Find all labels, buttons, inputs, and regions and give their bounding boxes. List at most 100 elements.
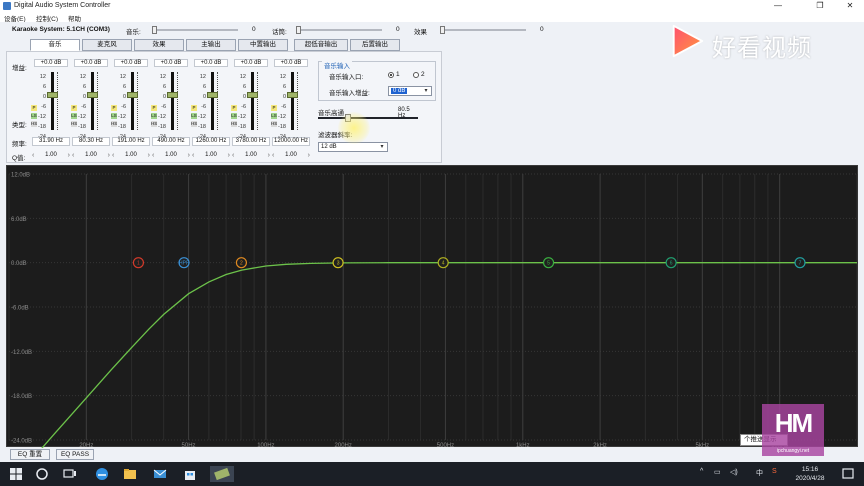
filter-type-option[interactable]: HS bbox=[231, 121, 237, 127]
windows-start-icon[interactable] bbox=[8, 466, 24, 482]
ime-indicator[interactable]: 中 bbox=[756, 468, 763, 478]
q-increase-icon[interactable]: › bbox=[68, 151, 70, 160]
band-gain-slider-track[interactable] bbox=[51, 72, 54, 130]
filter-type-option[interactable]: LS bbox=[191, 113, 197, 119]
maximize-button[interactable]: ❐ bbox=[808, 1, 832, 11]
band-gain-slider-thumb[interactable] bbox=[47, 92, 58, 98]
filter-type-option[interactable]: HS bbox=[71, 121, 77, 127]
band-q-stepper[interactable]: ‹ 1.00 › bbox=[152, 151, 190, 160]
tab-rear-output[interactable]: 后置输出 bbox=[350, 39, 400, 51]
band-q-stepper[interactable]: ‹ 1.00 › bbox=[32, 151, 70, 160]
close-button[interactable]: ✕ bbox=[838, 1, 862, 11]
band-gain-field[interactable]: +0.0 dB bbox=[234, 59, 268, 67]
filter-type-option[interactable]: LS bbox=[31, 113, 37, 119]
music-volume-thumb[interactable] bbox=[152, 26, 157, 34]
band-gain-field[interactable]: +0.0 dB bbox=[74, 59, 108, 67]
eq-response-graph[interactable]: 12.0dB 6.0dB 0.0dB -6.0dB -12.0dB -18.0dB -24.… bbox=[6, 165, 858, 448]
filter-type-option[interactable]: HS bbox=[151, 121, 157, 127]
q-decrease-icon[interactable]: ‹ bbox=[72, 151, 74, 160]
tab-center-output[interactable]: 中置输出 bbox=[238, 39, 288, 51]
band-gain-slider-track[interactable] bbox=[91, 72, 94, 130]
band-gain-field[interactable]: +0.0 dB bbox=[114, 59, 148, 67]
band-gain-slider-thumb[interactable] bbox=[127, 92, 138, 98]
filter-type-option[interactable]: P bbox=[271, 105, 277, 111]
band-q-stepper[interactable]: ‹ 1.00 › bbox=[112, 151, 150, 160]
file-explorer-icon[interactable] bbox=[122, 466, 138, 482]
band-gain-slider-track[interactable] bbox=[251, 72, 254, 130]
taskbar-clock[interactable]: 15:16 2020/4/28 bbox=[790, 465, 830, 483]
band-q-stepper[interactable]: ‹ 1.00 › bbox=[272, 151, 310, 160]
tab-effect[interactable]: 效果 bbox=[134, 39, 184, 51]
input-gain-dropdown[interactable]: 0 dB ▾ bbox=[388, 86, 432, 96]
filter-type-option[interactable]: LS bbox=[271, 113, 277, 119]
q-increase-icon[interactable]: › bbox=[188, 151, 190, 160]
eq-pass-button[interactable]: EQ PASS bbox=[56, 449, 94, 460]
filter-type-option[interactable]: HS bbox=[31, 121, 37, 127]
filter-type-option[interactable]: HS bbox=[271, 121, 277, 127]
band-frequency-field[interactable]: 80.30 Hz bbox=[72, 137, 110, 146]
effect-volume-slider[interactable] bbox=[440, 26, 526, 34]
band-frequency-field[interactable]: 191.00 Hz bbox=[112, 137, 150, 146]
band-frequency-field[interactable]: 3780.00 Hz bbox=[232, 137, 270, 146]
filter-type-option[interactable]: LS bbox=[111, 113, 117, 119]
band-frequency-field[interactable]: 490.00 Hz bbox=[152, 137, 190, 146]
port-1-radio[interactable] bbox=[388, 72, 394, 78]
band-gain-slider-track[interactable] bbox=[291, 72, 294, 130]
q-decrease-icon[interactable]: ‹ bbox=[152, 151, 154, 160]
band-frequency-field[interactable]: 1260.00 Hz bbox=[192, 137, 230, 146]
band-gain-field[interactable]: +0.0 dB bbox=[274, 59, 308, 67]
band-gain-field[interactable]: +0.0 dB bbox=[34, 59, 68, 67]
filter-type-option[interactable]: P bbox=[111, 105, 117, 111]
search-icon[interactable] bbox=[34, 466, 50, 482]
q-increase-icon[interactable]: › bbox=[148, 151, 150, 160]
mail-icon[interactable] bbox=[152, 466, 168, 482]
task-view-icon[interactable] bbox=[62, 466, 78, 482]
tab-subwoofer-output[interactable]: 超低音输出 bbox=[294, 39, 348, 51]
q-decrease-icon[interactable]: ‹ bbox=[232, 151, 234, 160]
filter-type-option[interactable]: LS bbox=[151, 113, 157, 119]
highpass-slider-track[interactable] bbox=[318, 117, 418, 119]
band-gain-slider-thumb[interactable] bbox=[87, 92, 98, 98]
audio-controller-app-icon[interactable] bbox=[210, 466, 234, 482]
q-decrease-icon[interactable]: ‹ bbox=[112, 151, 114, 160]
band-gain-slider-thumb[interactable] bbox=[247, 92, 258, 98]
volume-icon[interactable]: ◁) bbox=[730, 468, 738, 476]
eq-reset-button[interactable]: EQ 重置 bbox=[10, 449, 50, 460]
q-decrease-icon[interactable]: ‹ bbox=[192, 151, 194, 160]
tab-mic[interactable]: 麦克风 bbox=[82, 39, 132, 51]
band-gain-slider-thumb[interactable] bbox=[167, 92, 178, 98]
music-volume-slider[interactable] bbox=[152, 26, 238, 34]
filter-type-option[interactable]: P bbox=[71, 105, 77, 111]
band-gain-slider-track[interactable] bbox=[171, 72, 174, 130]
filter-type-option[interactable]: P bbox=[31, 105, 37, 111]
filter-type-option[interactable]: P bbox=[231, 105, 237, 111]
q-decrease-icon[interactable]: ‹ bbox=[32, 151, 34, 160]
store-icon[interactable] bbox=[182, 466, 198, 482]
q-increase-icon[interactable]: › bbox=[268, 151, 270, 160]
tray-chevron-icon[interactable]: ^ bbox=[700, 468, 703, 475]
tab-main-output[interactable]: 主输出 bbox=[186, 39, 236, 51]
filter-type-option[interactable]: P bbox=[151, 105, 157, 111]
band-gain-slider-thumb[interactable] bbox=[287, 92, 298, 98]
band-q-stepper[interactable]: ‹ 1.00 › bbox=[72, 151, 110, 160]
band-gain-slider-track[interactable] bbox=[211, 72, 214, 130]
input-method-icon[interactable]: S bbox=[772, 468, 777, 475]
filter-type-option[interactable]: HS bbox=[191, 121, 197, 127]
filter-type-option[interactable]: HS bbox=[111, 121, 117, 127]
network-icon[interactable]: ▭ bbox=[714, 468, 721, 476]
notification-icon[interactable] bbox=[840, 466, 856, 482]
band-q-stepper[interactable]: ‹ 1.00 › bbox=[192, 151, 230, 160]
mic-volume-thumb[interactable] bbox=[296, 26, 301, 34]
q-increase-icon[interactable]: › bbox=[108, 151, 110, 160]
effect-volume-thumb[interactable] bbox=[440, 26, 445, 34]
band-frequency-field[interactable]: 31.90 Hz bbox=[32, 137, 70, 146]
mic-volume-slider[interactable] bbox=[296, 26, 382, 34]
band-gain-slider-track[interactable] bbox=[131, 72, 134, 130]
filter-type-option[interactable]: P bbox=[191, 105, 197, 111]
band-gain-slider-thumb[interactable] bbox=[207, 92, 218, 98]
band-gain-field[interactable]: +0.0 dB bbox=[194, 59, 228, 67]
port-2-radio[interactable] bbox=[413, 72, 419, 78]
band-gain-field[interactable]: +0.0 dB bbox=[154, 59, 188, 67]
q-increase-icon[interactable]: › bbox=[308, 151, 310, 160]
edge-browser-icon[interactable] bbox=[94, 466, 110, 482]
